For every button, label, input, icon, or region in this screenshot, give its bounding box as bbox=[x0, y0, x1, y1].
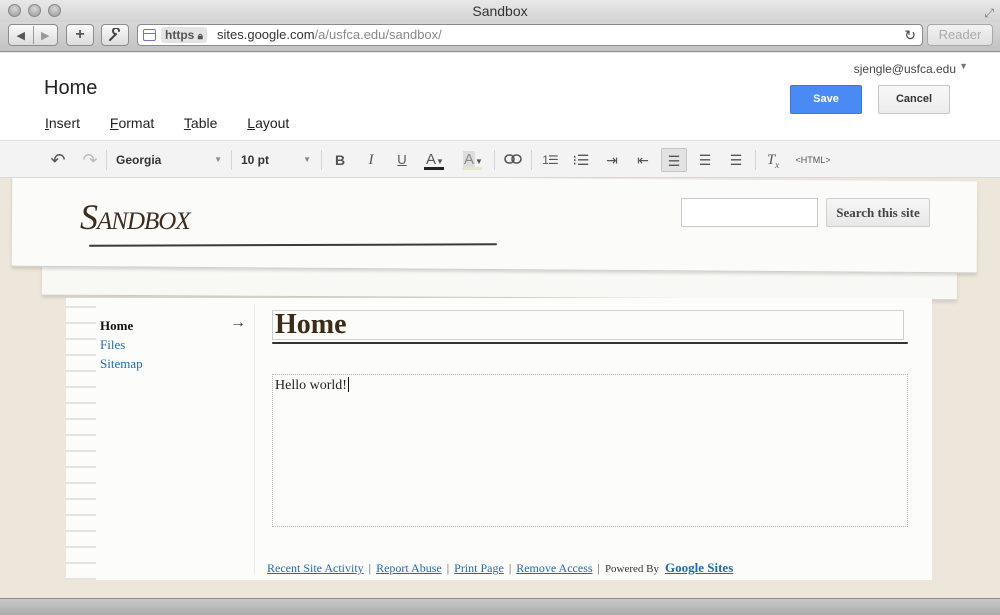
highlight-icon: A bbox=[463, 151, 476, 168]
font-size-select[interactable]: 10 pt ▼ bbox=[241, 148, 311, 172]
site-canvas: Sandbox Search this site Home Files Site… bbox=[0, 178, 1000, 598]
tools-button[interactable] bbox=[101, 24, 129, 46]
site-search-input[interactable] bbox=[681, 198, 818, 227]
window-title: Sandbox bbox=[472, 3, 528, 19]
page-title-field[interactable] bbox=[272, 310, 904, 340]
sidebar-divider bbox=[254, 304, 255, 574]
numbered-list-icon[interactable]: 1☰ bbox=[540, 148, 560, 172]
content-text[interactable]: Hello world! bbox=[275, 377, 349, 394]
menu-layout[interactable]: Layout bbox=[247, 115, 302, 131]
plus-icon: + bbox=[75, 26, 85, 43]
url-text: sites.google.com/a/usfca.edu/sandbox/ bbox=[217, 25, 442, 45]
menu-insert[interactable]: Insert bbox=[45, 115, 93, 131]
remove-access-link[interactable]: Remove Access bbox=[516, 561, 592, 575]
underline-button[interactable]: U bbox=[392, 148, 412, 172]
zoom-window-button[interactable] bbox=[48, 4, 61, 17]
arrow-right-icon[interactable]: → bbox=[230, 314, 246, 332]
fullscreen-icon[interactable]: ⤢ bbox=[984, 2, 994, 24]
text-color-icon: A bbox=[426, 151, 437, 168]
search-site-button[interactable]: Search this site bbox=[826, 198, 930, 227]
page-name: Home bbox=[44, 77, 98, 99]
nav-item-home[interactable]: Home bbox=[100, 316, 143, 335]
notebook-edge bbox=[66, 298, 96, 580]
align-center-icon[interactable]: ☰ bbox=[694, 148, 716, 172]
highlight-color-button[interactable]: A▼ bbox=[460, 148, 486, 172]
url-path: /a/usfca.edu/sandbox/ bbox=[314, 27, 442, 42]
nav-item-sitemap[interactable]: Sitemap bbox=[100, 354, 143, 373]
account-email[interactable]: sjengle@usfca.edu bbox=[854, 62, 956, 76]
forward-icon[interactable]: ▶ bbox=[34, 29, 58, 42]
site-navigation: Home Files Sitemap bbox=[100, 316, 143, 373]
html-source-button[interactable]: <HTML> bbox=[792, 148, 834, 172]
font-size-value: 10 pt bbox=[241, 153, 270, 167]
indent-more-icon[interactable]: ⇥ bbox=[602, 148, 622, 172]
back-icon[interactable]: ◀ bbox=[9, 29, 33, 42]
chevron-down-icon[interactable]: ▼ bbox=[959, 61, 968, 71]
content-editor[interactable] bbox=[272, 374, 908, 527]
align-right-icon[interactable]: ☰ bbox=[725, 148, 747, 172]
site-logo: Sandbox bbox=[80, 197, 191, 237]
window-titlebar: Sandbox ⤢ bbox=[0, 0, 1000, 22]
cancel-button[interactable]: Cancel bbox=[878, 85, 950, 114]
close-window-button[interactable] bbox=[8, 4, 21, 17]
editor-menubar: Insert Format Table Layout bbox=[45, 115, 315, 131]
editor-header: sjengle@usfca.edu ▼ Home Insert Format T… bbox=[0, 53, 1000, 140]
highlight-color-swatch bbox=[462, 167, 482, 170]
google-sites-link[interactable]: Google Sites bbox=[665, 560, 733, 575]
indent-less-icon[interactable]: ⇤ bbox=[633, 148, 653, 172]
text-color-swatch bbox=[424, 167, 444, 170]
wrench-icon bbox=[109, 28, 120, 41]
report-abuse-link[interactable]: Report Abuse bbox=[376, 561, 442, 575]
undo-icon[interactable]: ↶ bbox=[46, 148, 70, 172]
font-family-value: Georgia bbox=[116, 153, 162, 167]
reader-button[interactable]: Reader bbox=[927, 24, 993, 46]
menu-format[interactable]: Format bbox=[110, 115, 167, 131]
menu-table[interactable]: Table bbox=[184, 115, 230, 131]
powered-by-label: Powered By bbox=[604, 563, 660, 575]
back-forward-buttons: ◀ ▶ bbox=[8, 24, 58, 46]
nav-item-files[interactable]: Files bbox=[100, 335, 143, 354]
add-bookmark-button[interactable]: + bbox=[66, 24, 94, 46]
clear-formatting-icon[interactable]: Tx bbox=[763, 148, 783, 172]
link-icon[interactable] bbox=[502, 148, 524, 172]
chevron-down-icon: ▼ bbox=[214, 155, 222, 164]
bold-button[interactable]: B bbox=[330, 148, 350, 172]
page-icon bbox=[143, 29, 156, 41]
url-host: sites.google.com bbox=[217, 27, 315, 42]
save-button[interactable]: Save bbox=[790, 85, 862, 114]
minimize-window-button[interactable] bbox=[28, 4, 41, 17]
https-badge: https 🔒︎ bbox=[161, 27, 207, 43]
recent-site-activity-link[interactable]: Recent Site Activity bbox=[267, 561, 364, 575]
align-left-icon[interactable]: ☰ bbox=[661, 148, 687, 172]
italic-button[interactable]: I bbox=[361, 148, 381, 172]
reload-icon[interactable]: ↻ bbox=[904, 25, 916, 45]
page-title[interactable]: Home bbox=[275, 309, 347, 341]
chevron-down-icon: ▼ bbox=[303, 155, 311, 164]
format-toolbar: ↶ ↷ Georgia ▼ 10 pt ▼ B I U A▼ A▼ 1☰ ⁝☰ … bbox=[0, 140, 1000, 178]
redo-icon[interactable]: ↷ bbox=[78, 148, 102, 172]
font-family-select[interactable]: Georgia ▼ bbox=[116, 148, 222, 172]
browser-statusbar bbox=[0, 598, 1000, 615]
text-color-button[interactable]: A▼ bbox=[422, 148, 448, 172]
lock-icon: 🔒︎ bbox=[197, 31, 203, 42]
bulleted-list-icon[interactable]: ⁝☰ bbox=[571, 148, 591, 172]
browser-toolbar: ◀ ▶ + https 🔒︎ sites.google.com/a/usfca.… bbox=[0, 22, 1000, 52]
print-page-link[interactable]: Print Page bbox=[454, 561, 504, 575]
title-underline bbox=[272, 342, 908, 344]
site-footer: Recent Site Activity | Report Abuse | Print … bbox=[267, 560, 734, 575]
address-bar[interactable]: https 🔒︎ sites.google.com/a/usfca.edu/sa… bbox=[137, 24, 923, 46]
text-cursor bbox=[347, 377, 349, 392]
